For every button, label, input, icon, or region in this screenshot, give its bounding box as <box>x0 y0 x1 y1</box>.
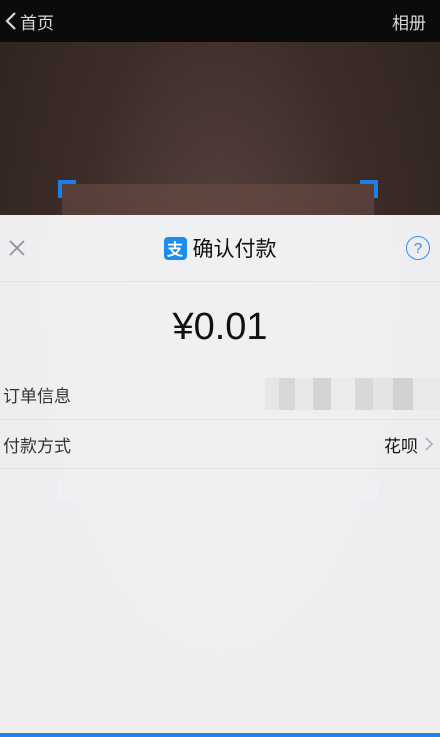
sheet-header: 支 确认付款 ? <box>0 215 440 282</box>
payment-method-row[interactable]: 付款方式 花呗 <box>0 419 440 469</box>
bottom-accent-bar <box>0 733 440 737</box>
back-chevron-icon <box>5 12 16 30</box>
payment-amount: ¥0.01 <box>172 306 268 348</box>
order-info-row[interactable]: 订单信息 <box>0 369 440 419</box>
alipay-logo: 支 <box>163 236 187 260</box>
chevron-right-icon <box>425 437 434 451</box>
payment-method-value-group: 花呗 <box>384 432 434 457</box>
close-icon <box>9 240 25 256</box>
sheet-title: 确认付款 <box>192 237 277 261</box>
top-nav-bar: 首页 相册 <box>0 0 440 42</box>
close-button[interactable] <box>4 235 30 261</box>
scan-corner <box>360 180 378 198</box>
album-button[interactable]: 相册 <box>392 9 434 34</box>
back-button[interactable]: 首页 <box>4 9 54 34</box>
payment-method-label: 付款方式 <box>3 436 71 457</box>
payment-method-value: 花呗 <box>384 436 418 457</box>
sheet-title-group: 支 确认付款 <box>163 233 277 263</box>
order-info-masked-value <box>265 378 440 410</box>
order-info-value <box>265 378 440 410</box>
back-label: 首页 <box>20 13 54 34</box>
order-info-label: 订单信息 <box>3 386 71 407</box>
payment-sheet: 支 确认付款 ? ¥0.01 订单信息 付款方式 花呗 <box>0 215 440 737</box>
scan-corner <box>58 180 76 198</box>
help-icon[interactable]: ? <box>406 236 430 260</box>
